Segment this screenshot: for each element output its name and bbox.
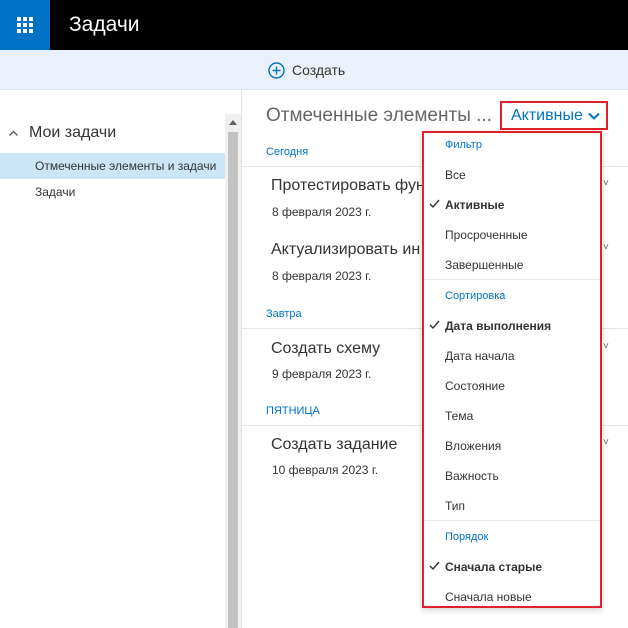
- menu-item-label: Сначала старые: [445, 560, 543, 574]
- checkmark-icon: [429, 320, 440, 330]
- task-title: Создать схему: [271, 340, 381, 357]
- menu-item-label: Вложения: [445, 439, 502, 453]
- task-menu-icon[interactable]: ˅: [603, 341, 609, 352]
- menu-item-label: Активные: [445, 198, 505, 212]
- create-button[interactable]: Создать: [268, 60, 345, 80]
- my-tasks-group-label: Мои задачи: [29, 124, 117, 141]
- menu-item-all[interactable]: Все: [424, 160, 600, 190]
- chevron-up-icon: [9, 130, 18, 136]
- menu-item-attachments[interactable]: Вложения: [424, 431, 600, 461]
- menu-item-label: Тема: [445, 409, 474, 423]
- chevron-down-icon: [588, 112, 600, 120]
- app-launcher-button[interactable]: [0, 0, 50, 50]
- command-bar: Создать: [0, 50, 628, 90]
- task-date: 8 февраля 2023 г.: [272, 205, 372, 219]
- menu-separator: [424, 279, 600, 280]
- menu-item-active[interactable]: Активные: [424, 190, 600, 220]
- task-title: Протестировать фун: [271, 177, 425, 194]
- checkmark-icon: [429, 561, 440, 571]
- plus-circle-icon: [268, 61, 285, 79]
- menu-item-subject[interactable]: Тема: [424, 401, 600, 431]
- menu-item-label: Состояние: [445, 379, 505, 393]
- checkmark-icon: [429, 199, 440, 209]
- menu-header-filter: Фильтр: [445, 139, 482, 151]
- task-date: 8 февраля 2023 г.: [272, 269, 372, 283]
- task-row[interactable]: [242, 329, 422, 393]
- menu-item-start-date[interactable]: Дата начала: [424, 341, 600, 371]
- top-bar: Задачи: [0, 0, 628, 50]
- filter-dropdown-label: Активные: [511, 106, 583, 124]
- task-menu-icon[interactable]: ˅: [603, 242, 609, 253]
- section-label-tomorrow: Завтра: [266, 308, 302, 320]
- menu-item-label: Просроченные: [445, 228, 528, 242]
- scrollbar-thumb[interactable]: [228, 132, 238, 628]
- menu-item-status[interactable]: Состояние: [424, 371, 600, 401]
- menu-item-newest-first[interactable]: Сначала новые: [424, 582, 600, 612]
- filter-sort-menu: Фильтр Все Активные Просроченные Заверше…: [422, 131, 602, 608]
- sidebar-item-flagged[interactable]: Отмеченные элементы и задачи: [0, 153, 225, 179]
- menu-item-due-date[interactable]: Дата выполнения: [424, 311, 600, 341]
- list-title: Отмеченные элементы ...: [266, 105, 492, 126]
- scroll-up-button[interactable]: [225, 114, 241, 130]
- section-label-friday: ПЯТНИЦА: [266, 405, 320, 417]
- menu-item-label: Завершенные: [445, 258, 524, 272]
- create-button-label: Создать: [292, 62, 346, 78]
- menu-item-type[interactable]: Тип: [424, 491, 600, 521]
- filter-dropdown-button[interactable]: Активные: [500, 101, 608, 130]
- menu-item-importance[interactable]: Важность: [424, 461, 600, 491]
- menu-separator: [424, 520, 600, 521]
- sidebar-item-tasks[interactable]: Задачи: [0, 179, 225, 205]
- task-date: 9 февраля 2023 г.: [272, 367, 372, 381]
- folder-pane: Мои задачи Отмеченные элементы и задачи …: [0, 90, 225, 628]
- section-label-today: Сегодня: [266, 146, 309, 158]
- folder-pane-scrollbar[interactable]: [225, 114, 241, 628]
- scroll-up-arrow-icon: [229, 119, 237, 125]
- task-date: 10 февраля 2023 г.: [272, 463, 379, 477]
- menu-item-label: Все: [445, 168, 466, 182]
- my-tasks-group-header[interactable]: Мои задачи: [8, 124, 116, 142]
- menu-item-oldest-first[interactable]: Сначала старые: [424, 552, 600, 582]
- app-launcher-icon: [17, 17, 33, 33]
- menu-header-sort: Сортировка: [445, 290, 506, 302]
- menu-item-label: Дата начала: [445, 349, 515, 363]
- menu-item-label: Тип: [445, 499, 466, 513]
- task-menu-icon[interactable]: ˅: [603, 437, 609, 448]
- task-menu-icon[interactable]: ˅: [603, 178, 609, 189]
- task-title: Создать задание: [271, 436, 398, 453]
- app-title: Задачи: [69, 13, 140, 36]
- menu-header-order: Порядок: [445, 531, 489, 543]
- menu-item-label: Важность: [445, 469, 499, 483]
- menu-item-label: Сначала новые: [445, 590, 532, 604]
- menu-item-label: Дата выполнения: [445, 319, 552, 333]
- menu-item-completed[interactable]: Завершенные: [424, 250, 600, 280]
- menu-item-overdue[interactable]: Просроченные: [424, 220, 600, 250]
- task-title: Актуализировать ин: [271, 241, 421, 258]
